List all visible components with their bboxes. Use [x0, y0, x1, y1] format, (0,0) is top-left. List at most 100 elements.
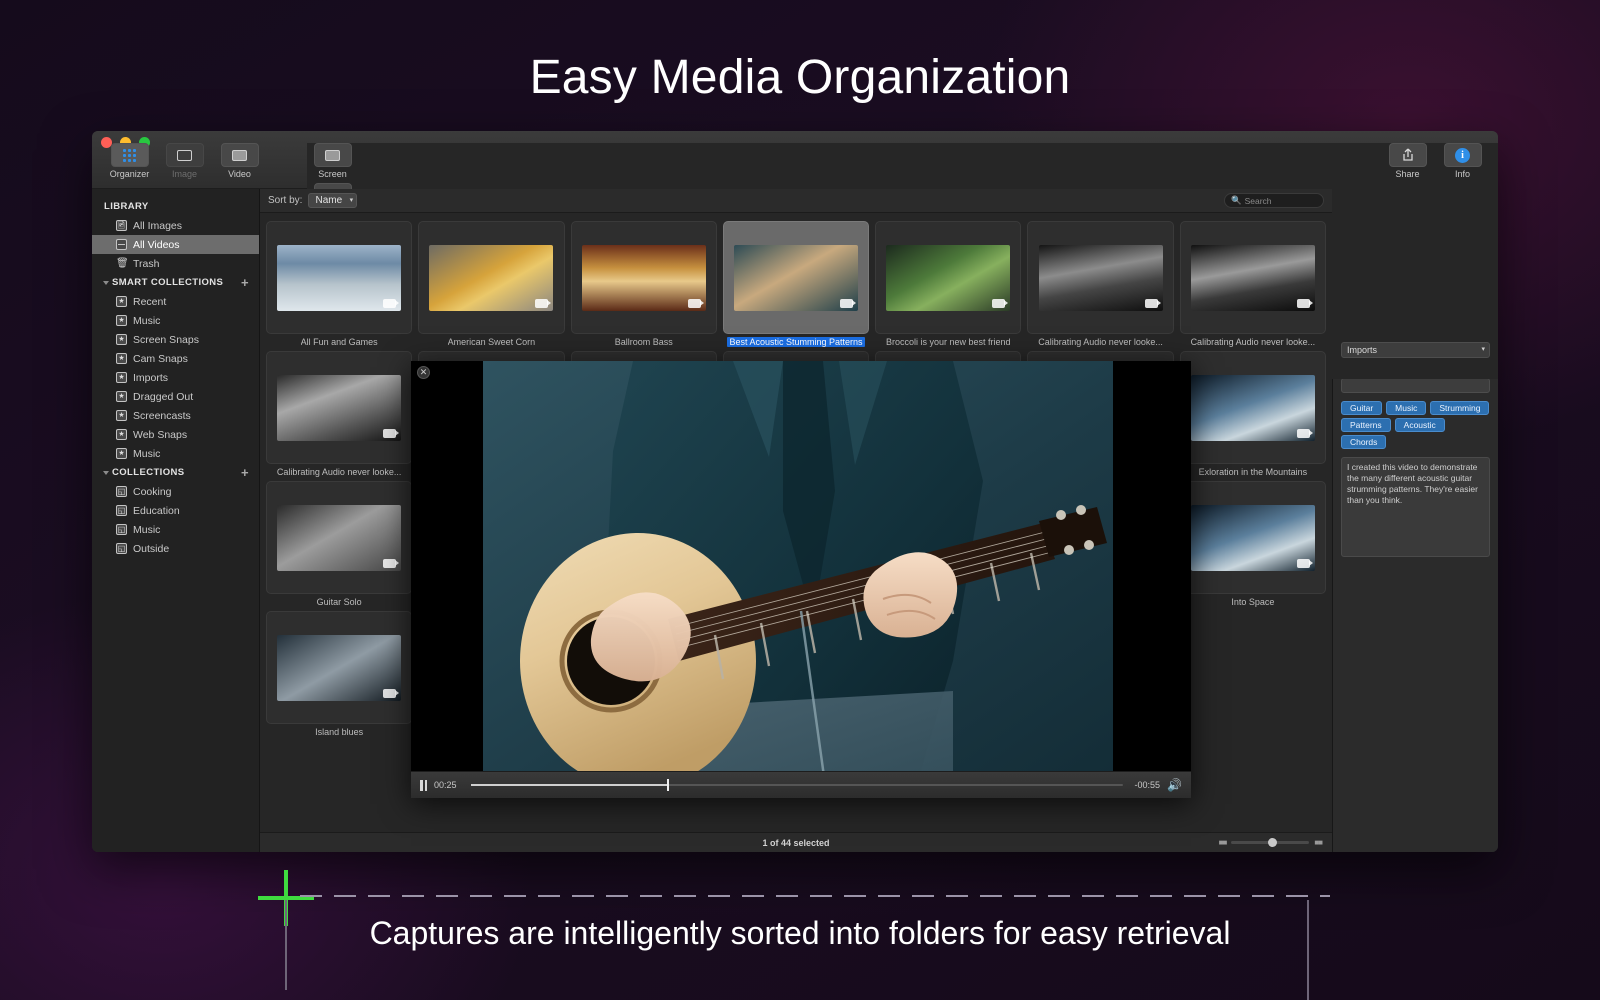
progress-knob[interactable]	[667, 779, 669, 791]
progress-slider[interactable]	[471, 784, 1123, 786]
sidebar-item-music[interactable]: Music	[92, 311, 259, 330]
sidebar-item-label: Trash	[133, 258, 159, 270]
add-collection-button[interactable]: +	[241, 468, 249, 477]
sidebar-item-screencasts[interactable]: Screencasts	[92, 406, 259, 425]
thumbnail-size-control[interactable]: ■■ ■■	[1219, 838, 1322, 847]
tag-chip[interactable]: Acoustic	[1395, 418, 1445, 432]
notes-field[interactable]: I created this video to demonstrate the …	[1341, 457, 1490, 557]
toolbar-info-label: Info	[1455, 169, 1470, 179]
sidebar-item-trash[interactable]: Trash	[92, 254, 259, 273]
grid-item[interactable]: Broccoli is your new best friend	[875, 221, 1021, 347]
thumbnail[interactable]	[571, 221, 717, 334]
sidebar-item-all-videos[interactable]: All Videos	[92, 235, 259, 254]
smart-collection-icon	[116, 296, 127, 307]
large-thumbnails-icon[interactable]: ■■	[1314, 838, 1322, 847]
tag-chip[interactable]: Music	[1386, 401, 1426, 415]
sidebar-section-header[interactable]: SMART COLLECTIONS+	[92, 273, 259, 292]
tag-list[interactable]: Guitar Music Strumming Patterns Acoustic Chor…	[1341, 401, 1490, 449]
sort-by-select[interactable]: Name ▾	[308, 193, 357, 208]
tag-chip[interactable]: Guitar	[1341, 401, 1382, 415]
grid-item[interactable]: Ballroom Bass	[571, 221, 717, 347]
sidebar-section-header[interactable]: COLLECTIONS+	[92, 463, 259, 482]
sidebar-item-screen-snaps[interactable]: Screen Snaps	[92, 330, 259, 349]
sidebar-item-cooking[interactable]: Cooking	[92, 482, 259, 501]
grid-item-label: Island blues	[315, 727, 363, 737]
search-input[interactable]: 🔍 Search	[1224, 193, 1324, 208]
grid-item-label: Guitar Solo	[317, 597, 362, 607]
player-controls[interactable]: 00:25 -00:55 🔊	[411, 771, 1191, 798]
toolbar-info-button[interactable]: i Info	[1437, 143, 1488, 179]
grid-item-label: Calibrating Audio never looke...	[1038, 337, 1163, 347]
sidebar-item-dragged-out[interactable]: Dragged Out	[92, 387, 259, 406]
sidebar-item-label: All Images	[133, 220, 182, 232]
slider-knob[interactable]	[1268, 838, 1277, 847]
thumbnail[interactable]	[266, 481, 412, 594]
grid-item-label: Exloration in the Mountains	[1199, 467, 1308, 477]
video-badge-icon	[1297, 559, 1310, 568]
thumbnail[interactable]	[266, 611, 412, 724]
disclosure-triangle-icon[interactable]	[103, 471, 109, 475]
sidebar-section-header[interactable]: LIBRARY	[92, 197, 259, 216]
tag-chip[interactable]: Strumming	[1430, 401, 1489, 415]
grid-item[interactable]: Exloration in the Mountains	[1180, 351, 1326, 477]
thumbnail-image	[429, 245, 553, 311]
grid-item[interactable]: Best Acoustic Stumming Patterns	[723, 221, 869, 347]
toolbar-image-button[interactable]: Image	[159, 143, 210, 179]
toolbar-screen-button[interactable]: Screen	[307, 143, 358, 179]
toolbar-video-button[interactable]: Video	[214, 143, 265, 179]
sidebar-item-web-snaps[interactable]: Web Snaps	[92, 425, 259, 444]
video-badge-icon	[840, 299, 853, 308]
sidebar-item-imports[interactable]: Imports	[92, 368, 259, 387]
sidebar-item-music[interactable]: Music	[92, 444, 259, 463]
grid-item[interactable]: Calibrating Audio never looke...	[1027, 221, 1173, 347]
sidebar-item-education[interactable]: Education	[92, 501, 259, 520]
speaker-icon[interactable]: 🔊	[1167, 778, 1182, 792]
sidebar-item-music[interactable]: Music	[92, 520, 259, 539]
toolbar-share-button[interactable]: Share	[1382, 143, 1433, 179]
thumbnail[interactable]	[1180, 481, 1326, 594]
grid-item[interactable]: Calibrating Audio never looke...	[1180, 221, 1326, 347]
tag-chip[interactable]: Chords	[1341, 435, 1386, 449]
sidebar-item-all-images[interactable]: All Images	[92, 216, 259, 235]
thumbnail[interactable]	[266, 221, 412, 334]
grid-item[interactable]: Calibrating Audio never looke...	[266, 351, 412, 477]
thumbnail[interactable]	[723, 221, 869, 334]
grid-item[interactable]: American Sweet Corn	[418, 221, 564, 347]
video-badge-icon	[383, 689, 396, 698]
grid-item[interactable]: Guitar Solo	[266, 481, 412, 607]
sidebar-item-recent[interactable]: Recent	[92, 292, 259, 311]
thumbnail[interactable]	[1027, 221, 1173, 334]
thumbnail-image	[277, 245, 401, 311]
type-select[interactable]: Imports ▾	[1341, 342, 1490, 358]
disclosure-triangle-icon[interactable]	[103, 281, 109, 285]
sidebar-item-cam-snaps[interactable]: Cam Snaps	[92, 349, 259, 368]
grid-item[interactable]: Island blues	[266, 611, 412, 737]
video-badge-icon	[1145, 299, 1158, 308]
app-window: Organizer Image Video Screen Area	[92, 131, 1498, 852]
add-collection-button[interactable]: +	[241, 278, 249, 287]
sidebar-item-label: All Videos	[133, 239, 180, 251]
thumbnail[interactable]	[1180, 221, 1326, 334]
close-icon[interactable]: ✕	[417, 366, 430, 379]
grid-item[interactable]: All Fun and Games	[266, 221, 412, 347]
small-thumbnails-icon[interactable]: ■■	[1219, 838, 1227, 847]
dashed-guide-line	[300, 895, 1330, 897]
video-player-overlay[interactable]: ✕	[411, 361, 1191, 798]
smart-collection-icon	[116, 410, 127, 421]
sidebar-item-label: Recent	[133, 296, 166, 308]
pause-icon[interactable]	[420, 780, 427, 791]
thumbnail[interactable]	[1180, 351, 1326, 464]
thumbnail[interactable]	[875, 221, 1021, 334]
grid-item-label: American Sweet Corn	[448, 337, 536, 347]
sidebar-section-title: LIBRARY	[104, 201, 149, 212]
thumbnail-size-slider[interactable]	[1231, 841, 1309, 844]
shared-by-field[interactable]	[1341, 378, 1490, 393]
thumbnail[interactable]	[266, 351, 412, 464]
toolbar-organizer-button[interactable]: Organizer	[104, 143, 155, 179]
grid-item[interactable]: Into Space	[1180, 481, 1326, 607]
sidebar-item-label: Music	[133, 448, 160, 460]
tag-chip[interactable]: Patterns	[1341, 418, 1391, 432]
image-icon	[166, 143, 204, 167]
thumbnail[interactable]	[418, 221, 564, 334]
sidebar-item-outside[interactable]: Outside	[92, 539, 259, 558]
